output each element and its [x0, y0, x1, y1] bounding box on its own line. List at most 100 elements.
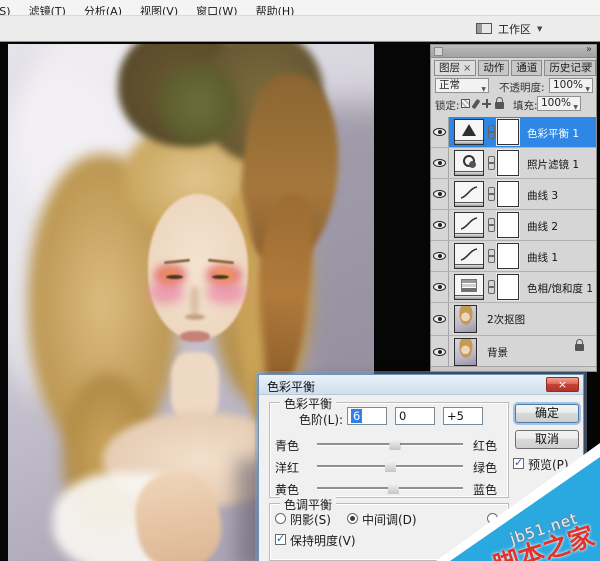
adjustment-thumbnail[interactable] — [454, 212, 484, 238]
dialog-titlebar[interactable]: 色彩平衡 × — [259, 375, 583, 395]
layer-thumbnail[interactable] — [454, 305, 477, 333]
blend-mode-row: 正常 不透明度: 100% — [431, 78, 596, 96]
lock-pixels-icon[interactable] — [471, 98, 480, 108]
collapse-panel-icon[interactable]: » — [586, 44, 592, 55]
curves-icon — [460, 217, 478, 230]
lock-all-icon[interactable] — [495, 102, 504, 109]
adjustment-thumbnail[interactable] — [454, 119, 484, 145]
preserve-luminosity-label: 保持明度(V) — [290, 532, 356, 549]
menu-item-window[interactable]: 窗口(W) — [187, 2, 246, 16]
adjustment-thumbnail[interactable] — [454, 181, 484, 207]
adjustment-thumbnail[interactable] — [454, 150, 484, 176]
layer-mask-thumbnail[interactable] — [497, 119, 519, 145]
blue-label: 蓝色 — [473, 481, 507, 498]
layer-name: 曲线 2 — [527, 219, 558, 234]
opacity-value[interactable]: 100% — [549, 78, 593, 93]
midtones-label: 中间调(D) — [362, 511, 417, 528]
lock-transparency-icon[interactable] — [461, 99, 470, 108]
panel-footer — [431, 366, 596, 371]
photo-nose — [185, 314, 205, 320]
eye-icon — [433, 252, 446, 260]
shadows-radio[interactable] — [275, 513, 286, 524]
tab-channels[interactable]: 通道 — [511, 60, 542, 76]
visibility-toggle[interactable] — [431, 179, 449, 209]
layer-row-background[interactable]: 背景 — [431, 336, 596, 369]
visibility-toggle[interactable] — [431, 148, 449, 178]
eye-icon — [433, 221, 446, 229]
menu-item-help[interactable]: 帮助(H) — [247, 2, 304, 16]
menu-item-analysis[interactable]: 分析(A) — [75, 2, 131, 16]
visibility-toggle[interactable] — [431, 303, 449, 335]
selected-text: 6 — [351, 409, 362, 423]
levels-input-3[interactable]: +5 — [443, 407, 483, 425]
layer-row-curves-1[interactable]: 曲线 1 — [431, 241, 596, 272]
layer-row-hue-saturation-1[interactable]: 色相/饱和度 1 — [431, 272, 596, 303]
midtones-radio[interactable] — [347, 513, 358, 524]
blend-mode-select[interactable]: 正常 — [435, 78, 489, 93]
visibility-toggle[interactable] — [431, 117, 449, 147]
layer-thumbnail[interactable] — [454, 338, 477, 366]
menu-item-select[interactable]: (S) — [0, 4, 20, 16]
visibility-toggle[interactable] — [431, 210, 449, 240]
cyan-label: 青色 — [275, 437, 309, 454]
cyan-red-slider[interactable] — [317, 443, 463, 445]
preview-checkbox[interactable] — [513, 458, 524, 469]
eye-icon — [433, 348, 446, 356]
panel-tabs: 图层× 动作 通道 历史记录 — [434, 60, 596, 76]
fill-value[interactable]: 100% — [537, 96, 581, 111]
adjustment-thumbnail[interactable] — [454, 243, 484, 269]
layer-name: 背景 — [487, 345, 508, 360]
hue-saturation-icon — [461, 279, 477, 292]
magenta-green-slider[interactable] — [317, 465, 463, 467]
layer-row-cutout[interactable]: 2次抠图 — [431, 303, 596, 336]
panel-header[interactable]: » — [431, 45, 596, 58]
lock-row: 锁定: 填充: 100% — [431, 96, 596, 114]
opacity-label: 不透明度: — [499, 80, 545, 95]
layer-mask-thumbnail[interactable] — [497, 212, 519, 238]
visibility-toggle[interactable] — [431, 272, 449, 302]
panel-menu-icon[interactable]: ≡ — [585, 60, 593, 71]
levels-input-1[interactable]: 6 — [347, 407, 387, 425]
red-label: 红色 — [473, 437, 507, 454]
layer-mask-thumbnail[interactable] — [497, 243, 519, 269]
layers-panel: » 图层× 动作 通道 历史记录 ≡ 正常 不透明度: 100% 锁定: 填充:… — [430, 44, 597, 372]
layer-row-photo-filter-1[interactable]: 照片滤镜 1 — [431, 148, 596, 179]
layer-name: 曲线 1 — [527, 250, 558, 265]
workspace-button[interactable]: 工作区 ▼ — [468, 19, 550, 38]
ok-button[interactable]: 确定 — [515, 404, 579, 423]
eye-icon — [433, 315, 446, 323]
layer-mask-thumbnail[interactable] — [497, 181, 519, 207]
cancel-button[interactable]: 取消 — [515, 430, 579, 449]
eye-icon — [433, 283, 446, 291]
menu-item-filter[interactable]: 滤镜(T) — [20, 2, 75, 16]
chevron-down-icon: ▼ — [537, 25, 542, 33]
menu-item-view[interactable]: 视图(V) — [131, 2, 187, 16]
layer-mask-thumbnail[interactable] — [497, 150, 519, 176]
visibility-toggle[interactable] — [431, 336, 449, 368]
preserve-luminosity-checkbox[interactable] — [275, 534, 286, 545]
adjustment-thumbnail[interactable] — [454, 274, 484, 300]
menu-bar: (S)滤镜(T)分析(A)视图(V)窗口(W)帮助(H) — [0, 0, 600, 16]
layer-row-curves-3[interactable]: 曲线 3 — [431, 179, 596, 210]
workspace-icon — [476, 23, 492, 34]
layer-name: 色相/饱和度 1 — [527, 281, 593, 296]
dialog-title: 色彩平衡 — [267, 378, 315, 395]
close-tab-icon[interactable]: × — [463, 63, 471, 74]
tab-layers[interactable]: 图层× — [434, 60, 476, 76]
photo-filter-icon — [463, 155, 475, 167]
curves-icon — [460, 186, 478, 199]
shadows-label: 阴影(S) — [290, 511, 331, 528]
tab-layers-label: 图层 — [439, 62, 460, 74]
layer-row-curves-2[interactable]: 曲线 2 — [431, 210, 596, 241]
lock-position-icon[interactable] — [482, 99, 491, 108]
levels-input-2[interactable]: 0 — [395, 407, 435, 425]
tab-actions[interactable]: 动作 — [478, 60, 509, 76]
visibility-toggle[interactable] — [431, 241, 449, 271]
yellow-blue-slider[interactable] — [317, 487, 463, 489]
fill-label: 填充: — [513, 98, 538, 113]
layer-mask-thumbnail[interactable] — [497, 274, 519, 300]
layer-row-color-balance-1[interactable]: 色彩平衡 1 — [431, 117, 596, 148]
photo-headdress — [158, 64, 238, 144]
color-balance-icon — [462, 124, 476, 136]
close-button[interactable]: × — [546, 377, 579, 392]
